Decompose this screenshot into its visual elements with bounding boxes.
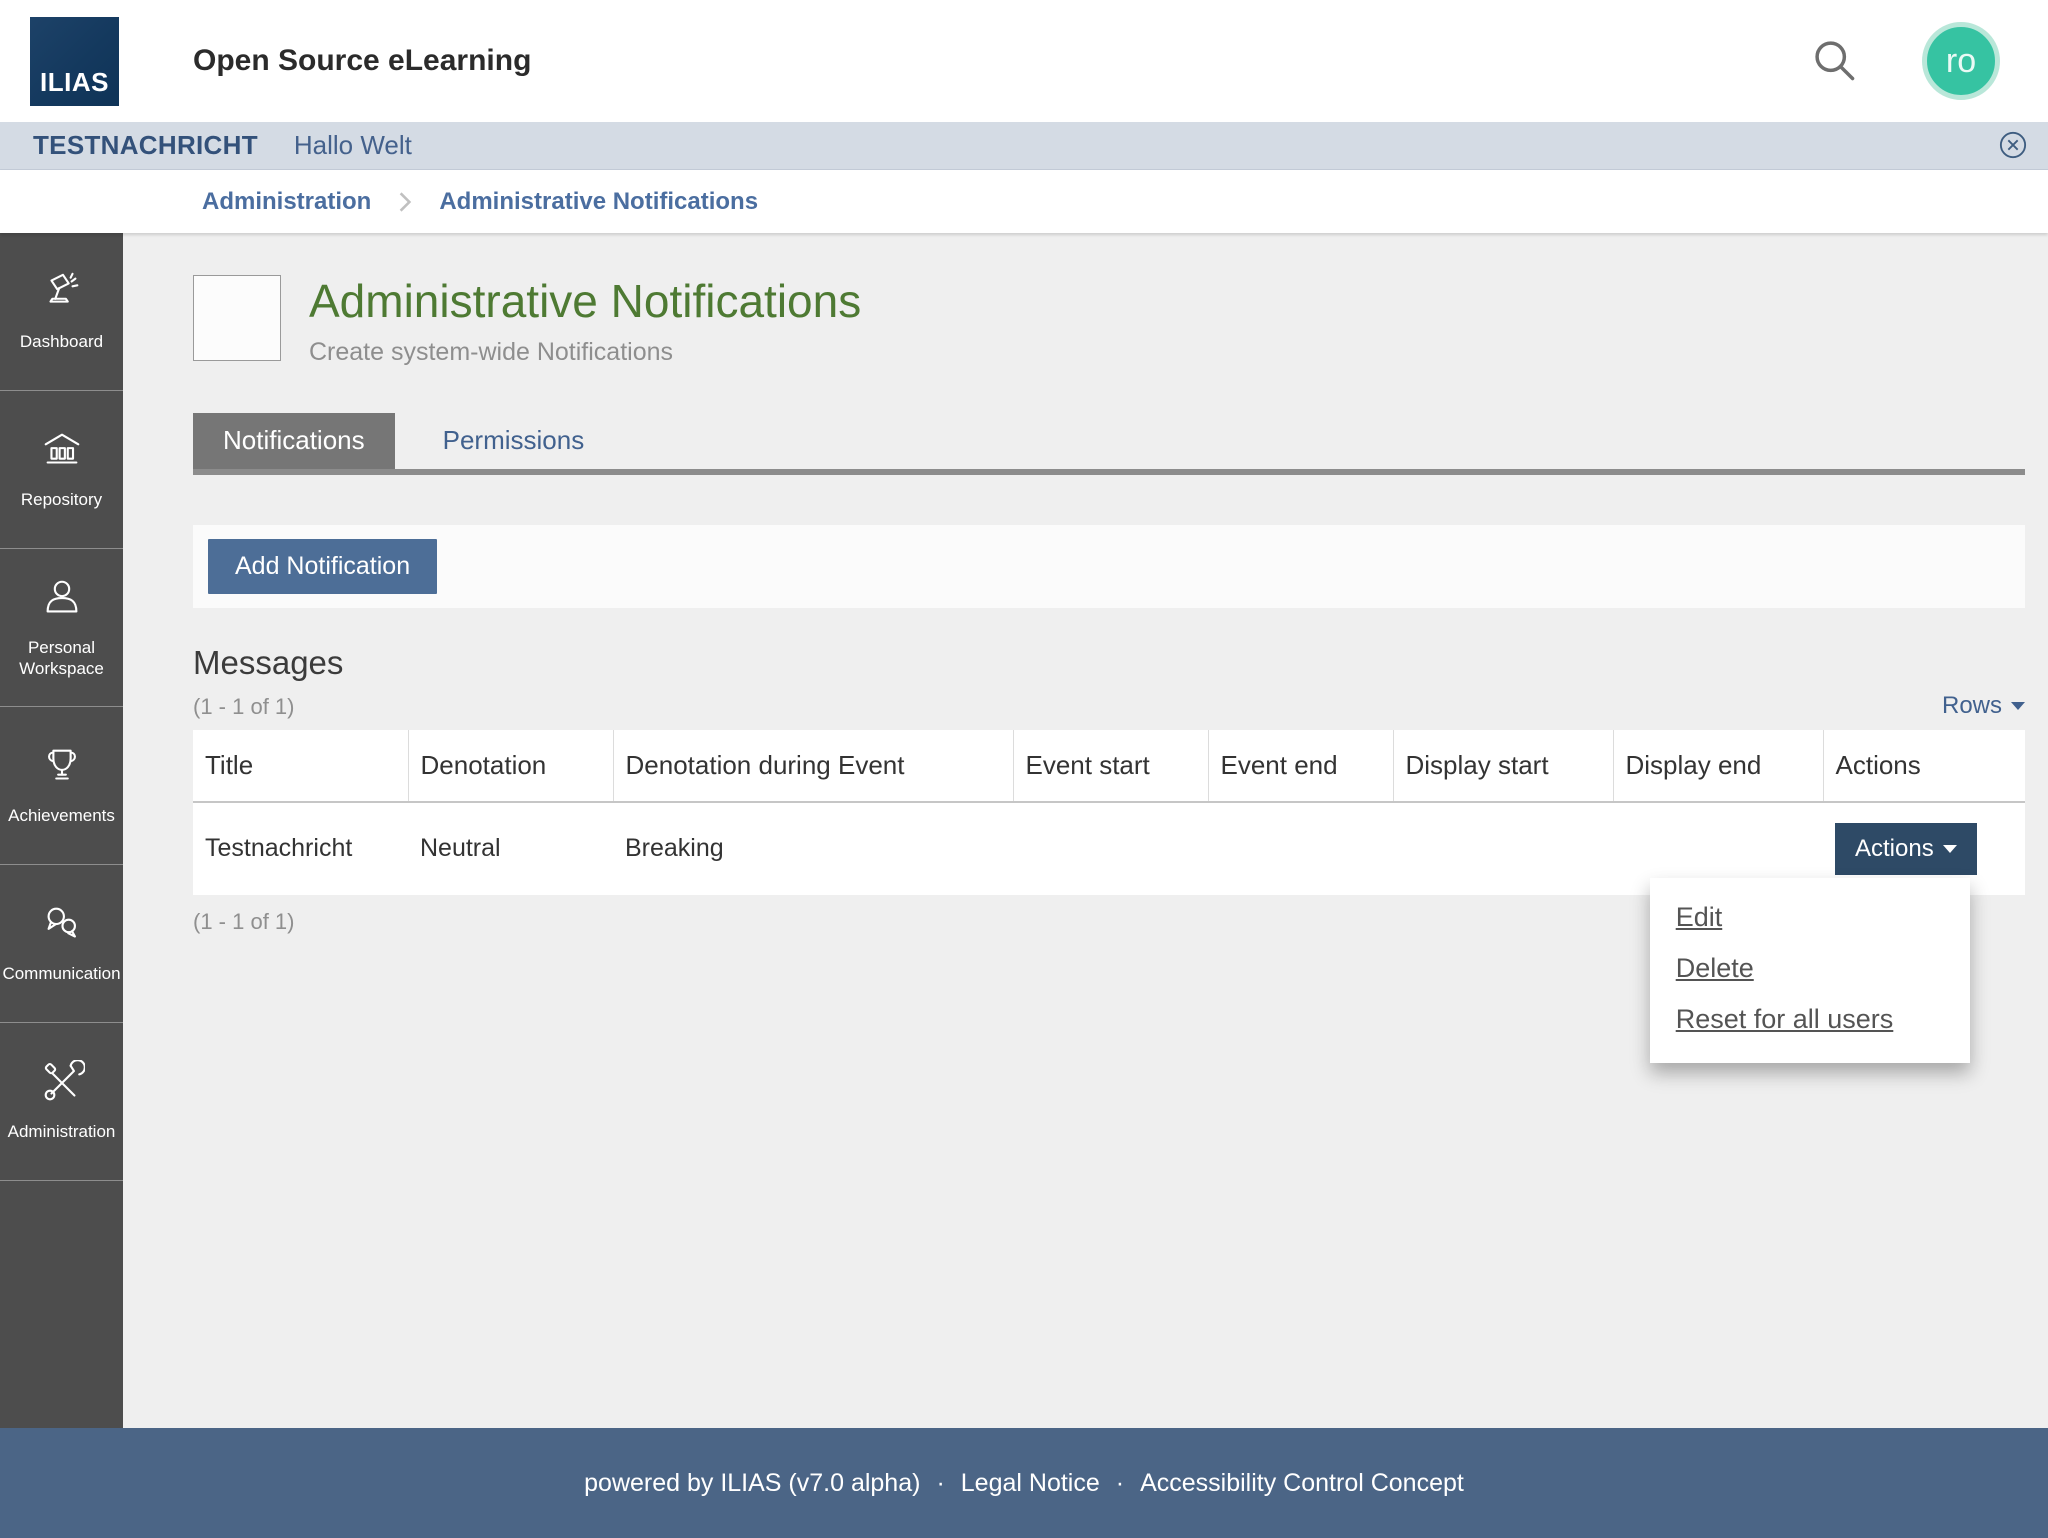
tab-notifications[interactable]: Notifications xyxy=(193,412,395,469)
sidebar-item-label: Administration xyxy=(7,1122,116,1142)
menu-item-edit[interactable]: Edit xyxy=(1650,892,1970,943)
column-header-denotation: Denotation xyxy=(407,729,613,803)
sidebar-item-label: Dashboard xyxy=(19,332,104,352)
sidebar-item-administration[interactable]: Administration xyxy=(0,1023,123,1181)
row-actions-label: Actions xyxy=(1855,834,1934,862)
column-header-display-end: Display end xyxy=(1612,729,1823,803)
close-icon xyxy=(1999,131,2027,162)
column-header-actions: Actions xyxy=(1822,729,2025,803)
person-icon xyxy=(39,576,85,627)
messages-table: Title Denotation Denotation during Event… xyxy=(193,729,2025,1063)
cell-event-start xyxy=(1013,802,1208,895)
ilias-logo[interactable]: ILIAS xyxy=(30,16,119,106)
sidebar-item-label: Repository xyxy=(20,490,103,510)
column-header-event-start: Event start xyxy=(1012,729,1208,803)
table-header-row: Title Denotation Denotation during Event… xyxy=(193,729,2025,803)
footer-separator: · xyxy=(1115,1468,1125,1497)
footer-powered-by: powered by ILIAS (v7.0 alpha) xyxy=(584,1468,921,1497)
page-footer: powered by ILIAS (v7.0 alpha) · Legal No… xyxy=(0,1428,2048,1538)
column-header-display-start: Display start xyxy=(1392,729,1613,803)
system-notification-bar: TESTNACHRICHT Hallo Welt xyxy=(0,122,2048,170)
result-count-top: (1 - 1 of 1) xyxy=(193,693,295,719)
add-notification-button[interactable]: Add Notification xyxy=(208,538,438,594)
footer-separator: · xyxy=(936,1468,945,1497)
footer-link-legal-notice[interactable]: Legal Notice xyxy=(961,1469,1100,1498)
sidebar-item-label: Personal Workspace xyxy=(19,637,104,678)
rows-dropdown-label: Rows xyxy=(1941,691,2002,719)
breadcrumb-administration[interactable]: Administration xyxy=(202,188,371,216)
sidebar-item-personal-workspace[interactable]: Personal Workspace xyxy=(0,549,123,707)
notification-close-button[interactable] xyxy=(1998,131,2028,161)
cell-event-end xyxy=(1208,802,1393,895)
cell-actions: Actions Edit Delete Reset for all users xyxy=(1649,802,2025,1063)
caret-down-icon xyxy=(2011,701,2025,710)
avatar[interactable]: ro xyxy=(1922,22,2000,100)
cell-denotation-during-event: Breaking xyxy=(625,834,724,863)
speech-bubbles-icon xyxy=(39,902,85,953)
sidebar-item-repository[interactable]: Repository xyxy=(0,391,123,549)
body-row: Dashboard Repository Personal Workspace … xyxy=(0,233,2048,1428)
notification-message: Hallo Welt xyxy=(293,130,412,160)
top-header: ILIAS Open Source eLearning ro xyxy=(0,0,2048,122)
dashboard-lamp-icon xyxy=(39,270,85,321)
footer-link-accessibility[interactable]: Accessibility Control Concept xyxy=(1140,1469,1464,1498)
trophy-icon xyxy=(39,744,85,795)
main-sidebar: Dashboard Repository Personal Workspace … xyxy=(0,233,123,1428)
sidebar-item-dashboard[interactable]: Dashboard xyxy=(0,233,123,391)
table-row: Testnachricht Neutral Breaking Actions E… xyxy=(193,802,2025,1063)
cell-display-start xyxy=(1393,802,1613,895)
column-header-title: Title xyxy=(193,729,408,803)
main-content: Administrative Notifications Create syst… xyxy=(123,233,2048,1428)
search-button[interactable] xyxy=(1808,35,1860,87)
tab-bar: Notifications Permissions xyxy=(193,412,2025,475)
object-icon-placeholder xyxy=(193,275,281,361)
actions-dropdown-menu: Edit Delete Reset for all users xyxy=(1649,877,1970,1063)
column-header-event-end: Event end xyxy=(1207,729,1393,803)
chevron-right-icon xyxy=(397,190,413,214)
sidebar-item-label: Achievements xyxy=(8,806,115,826)
menu-item-delete[interactable]: Delete xyxy=(1650,943,1970,994)
tab-permissions[interactable]: Permissions xyxy=(413,413,615,469)
sidebar-item-communication[interactable]: Communication xyxy=(0,865,123,1023)
ilias-logo-text: ILIAS xyxy=(40,66,109,97)
rows-dropdown[interactable]: Rows xyxy=(1942,692,2025,720)
sidebar-item-achievements[interactable]: Achievements xyxy=(0,707,123,865)
sidebar-item-label: Communication xyxy=(2,964,121,984)
notification-title: TESTNACHRICHT xyxy=(33,130,258,160)
toolbar: Add Notification xyxy=(193,524,2025,608)
caret-down-icon xyxy=(1942,844,1957,853)
repository-bank-icon xyxy=(39,428,85,479)
search-icon xyxy=(1810,40,1858,87)
tab-underline xyxy=(193,468,2025,475)
menu-item-reset-for-all-users[interactable]: Reset for all users xyxy=(1650,994,1970,1045)
column-header-denotation-during-event: Denotation during Event xyxy=(612,729,1013,803)
page-title: Administrative Notifications xyxy=(309,275,862,327)
messages-heading: Messages xyxy=(193,643,344,681)
tools-icon xyxy=(39,1059,86,1111)
table-meta-row: (1 - 1 of 1) Rows xyxy=(193,692,2025,720)
breadcrumb-administrative-notifications[interactable]: Administrative Notifications xyxy=(439,188,758,216)
breadcrumb: Administration Administrative Notificati… xyxy=(0,170,2048,233)
page-header-title: Open Source eLearning xyxy=(193,44,532,77)
avatar-initials: ro xyxy=(1945,41,1977,80)
page-subtitle: Create system-wide Notifications xyxy=(309,337,674,366)
page-title-block: Administrative Notifications Create syst… xyxy=(193,275,2025,367)
cell-title: Testnachricht xyxy=(205,834,353,863)
cell-denotation: Neutral xyxy=(420,834,501,863)
row-actions-button[interactable]: Actions xyxy=(1835,822,1977,875)
